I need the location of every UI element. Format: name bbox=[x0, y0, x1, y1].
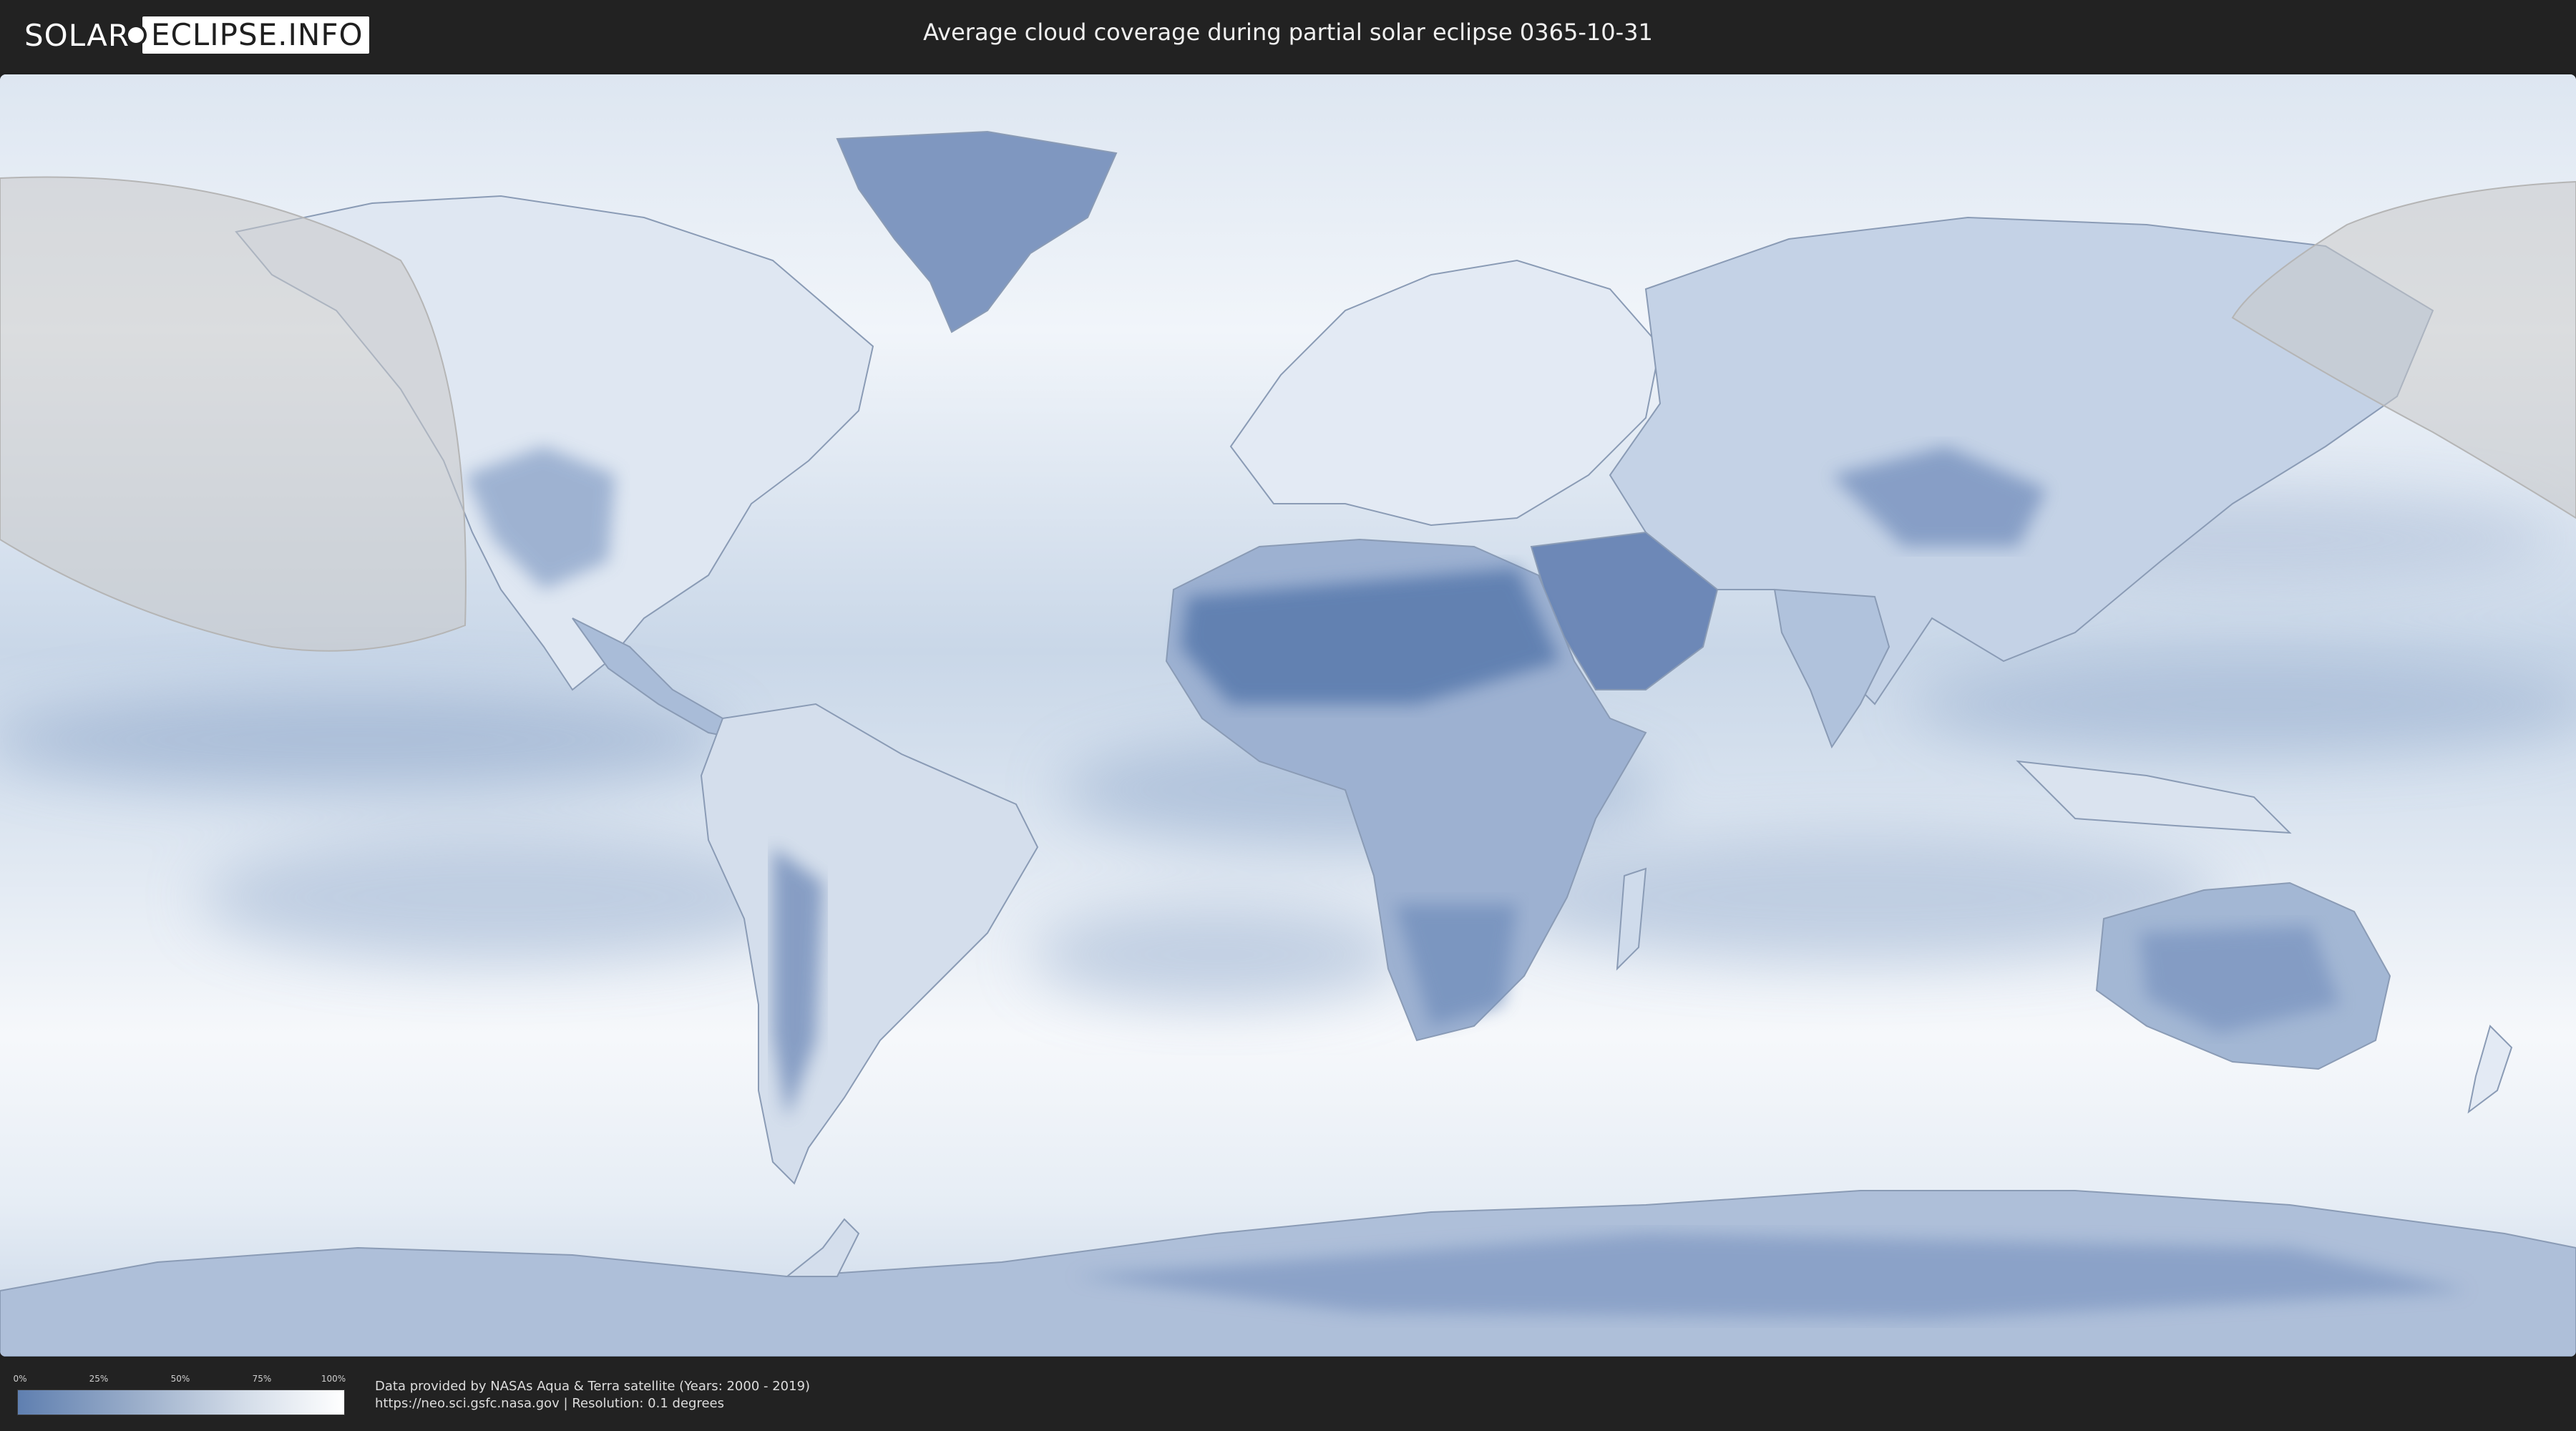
page-title: Average cloud coverage during partial so… bbox=[923, 19, 1653, 46]
credit-line-source: Data provided by NASAs Aqua & Terra sate… bbox=[375, 1379, 811, 1394]
legend-gradient-bar bbox=[17, 1390, 345, 1415]
legend-tick-0: 0% bbox=[13, 1374, 27, 1384]
cloud-coverage-legend: 0% 25% 50% 75% 100% bbox=[13, 1374, 346, 1415]
credit-line-url[interactable]: https://neo.sci.gsfc.nasa.gov | Resoluti… bbox=[375, 1395, 810, 1412]
cloud-coverage-map[interactable] bbox=[0, 74, 2576, 1357]
legend-tick-100: 100% bbox=[321, 1374, 346, 1384]
legend-ticks: 0% 25% 50% 75% 100% bbox=[13, 1374, 346, 1387]
legend-tick-75: 75% bbox=[252, 1374, 272, 1384]
world-map-svg bbox=[0, 74, 2576, 1357]
data-credits: Data provided by NASAs Aqua & Terra sate… bbox=[375, 1378, 810, 1412]
header-bar: SOLAR ECLIPSE.INFO Average cloud coverag… bbox=[0, 0, 2576, 72]
logo-moon-icon bbox=[128, 27, 144, 43]
legend-tick-25: 25% bbox=[89, 1374, 109, 1384]
legend-tick-50: 50% bbox=[170, 1374, 190, 1384]
